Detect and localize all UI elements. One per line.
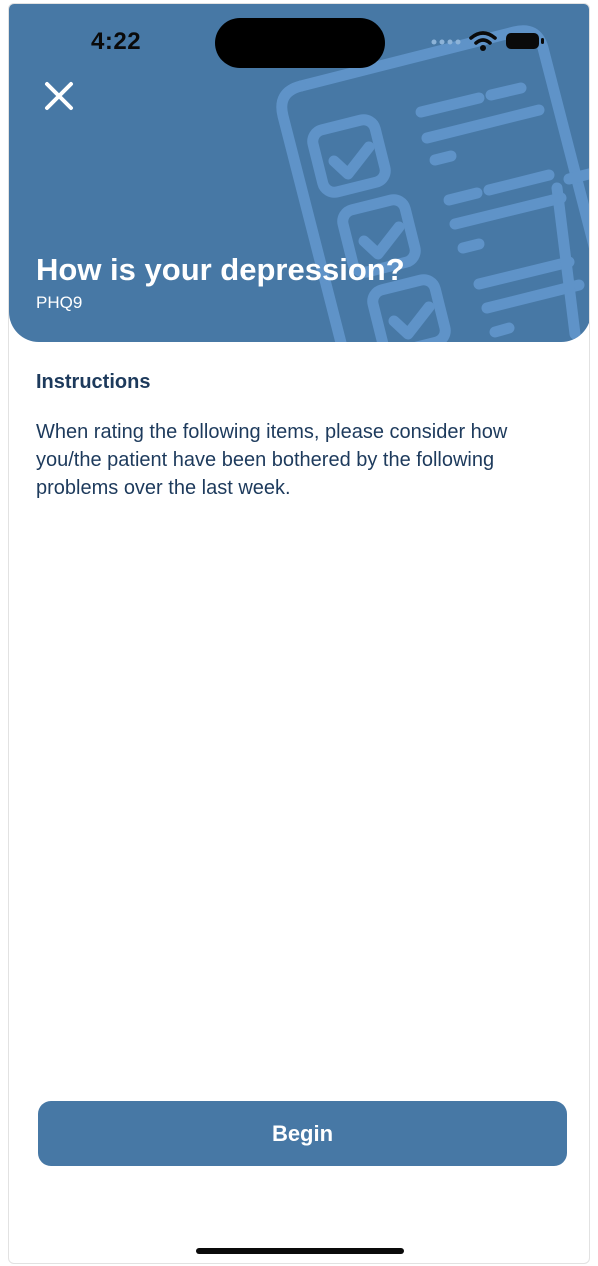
begin-button[interactable]: Begin <box>38 1101 567 1166</box>
questionnaire-code: PHQ9 <box>36 293 83 312</box>
close-icon <box>45 82 73 110</box>
instructions-text: When rating the following items, please … <box>36 421 508 499</box>
instructions-heading: Instructions <box>36 371 151 393</box>
dynamic-island <box>215 18 385 68</box>
close-button[interactable] <box>39 76 79 116</box>
status-icons <box>431 30 545 52</box>
home-indicator <box>196 1248 404 1254</box>
wifi-icon <box>469 31 497 51</box>
signal-icon <box>431 39 461 45</box>
questionnaire-header: 4:22 How is your depression? PHQ9 <box>9 4 589 342</box>
phone-screen: 4:22 How is your depression? PHQ9 Instru… <box>8 3 590 1264</box>
page-title: How is your depression? <box>36 252 405 287</box>
status-time: 4:22 <box>91 28 142 55</box>
battery-icon <box>506 33 544 49</box>
